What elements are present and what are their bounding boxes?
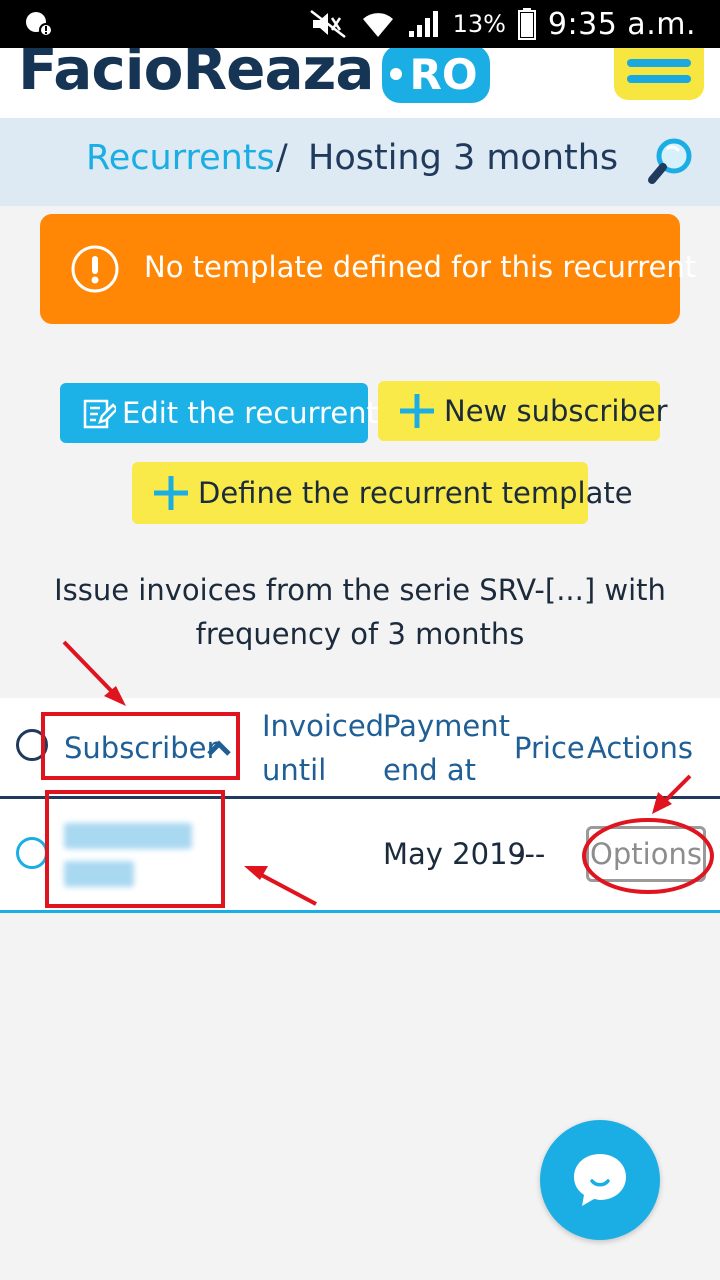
battery-percent: 13% (452, 10, 506, 38)
alert-message: No template defined for this recurrent (144, 250, 697, 284)
column-actions-header: Actions (587, 731, 693, 765)
description-line-2: frequency of 3 months (195, 617, 525, 651)
define-template-button[interactable]: Define the recurrent template (132, 462, 633, 524)
hamburger-menu-button[interactable] (614, 48, 704, 100)
logo[interactable]: FacioReaza RO (18, 48, 490, 104)
clock: 9:35 a.m. (547, 6, 696, 42)
column-subscriber-header[interactable]: Subscriber (64, 726, 218, 770)
recurrent-description: Issue invoices from the serie SRV-[...] … (40, 568, 680, 656)
app-header: FacioReaza RO (0, 48, 720, 118)
price-value: --- (514, 837, 546, 871)
logo-badge: RO (381, 48, 490, 103)
logo-badge-text: RO (409, 49, 478, 99)
define-template-label: Define the recurrent template (198, 476, 633, 510)
breadcrumb: Recurrents / Hosting 3 months (0, 118, 720, 206)
exclamation-circle-icon (71, 245, 119, 293)
column-payment-end-header: Payment end at (383, 709, 510, 787)
edit-recurrent-button[interactable]: Edit the recurrent (60, 383, 378, 443)
select-all-radio[interactable] (16, 729, 48, 761)
subscribers-table: Subscriber Invoiced until Payment end at… (0, 698, 720, 913)
sort-ascending-icon[interactable] (206, 738, 232, 758)
new-subscriber-label: New subscriber (444, 394, 668, 428)
row-select-radio[interactable] (16, 837, 48, 869)
plus-icon (400, 394, 434, 428)
payment-end-value: May 2019 (383, 837, 526, 871)
description-line-1: Issue invoices from the serie SRV-[...] … (54, 573, 666, 607)
no-template-alert: No template defined for this recurrent (40, 214, 696, 324)
new-subscriber-button[interactable]: New subscriber (378, 381, 668, 441)
status-bar: 13% 9:35 a.m. (0, 0, 720, 48)
signal-icon (408, 11, 438, 37)
wifi-icon (362, 13, 393, 37)
mute-icon (309, 10, 346, 38)
subscriber-name-blurred[interactable] (64, 823, 194, 893)
chat-button[interactable] (540, 1120, 660, 1240)
battery-icon (517, 8, 536, 40)
plus-icon (154, 476, 188, 510)
logo-text: FacioReaza (18, 48, 375, 103)
column-price-header: Price (514, 731, 585, 765)
edit-recurrent-label: Edit the recurrent (122, 396, 378, 430)
chat-bubble-icon (574, 1154, 626, 1206)
breadcrumb-recurrents-link[interactable]: Recurrents (86, 138, 275, 178)
options-button[interactable]: Options (586, 826, 706, 882)
breadcrumb-separator: / (276, 138, 288, 178)
notification-icon (26, 12, 53, 37)
edit-icon (83, 399, 116, 429)
page-title: Hosting 3 months (308, 138, 619, 178)
column-invoiced-until-header: Invoiced until (262, 709, 385, 787)
search-icon[interactable] (644, 136, 696, 188)
table-row: May 2019 --- Options (0, 799, 720, 913)
table-header: Subscriber Invoiced until Payment end at… (0, 698, 720, 799)
hamburger-icon (627, 59, 691, 67)
